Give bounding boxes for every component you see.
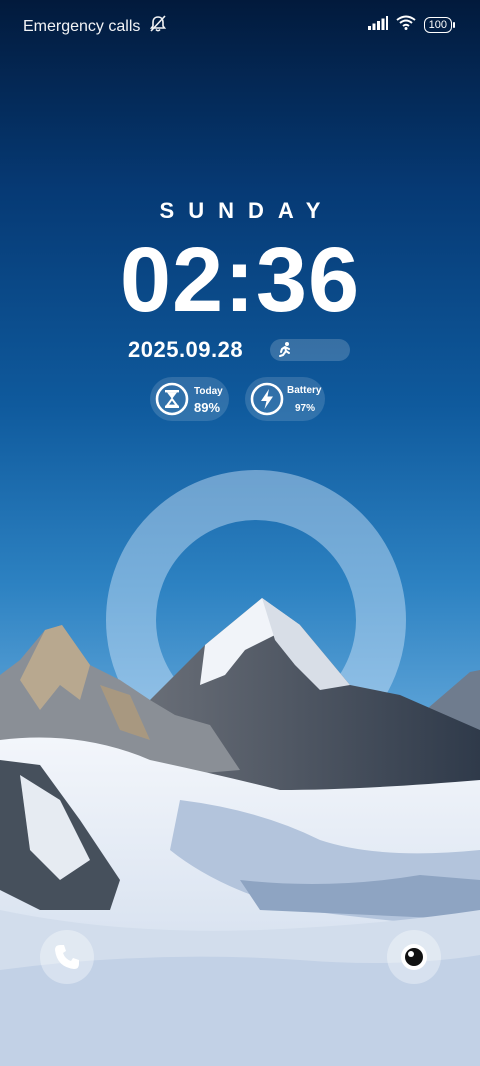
- battery-value: 97%: [295, 403, 316, 414]
- running-icon: [279, 342, 290, 357]
- battery-icon: 100: [423, 17, 456, 33]
- phone-shortcut-button[interactable]: [40, 930, 94, 984]
- date-label: 2025.09.28: [128, 337, 244, 362]
- emergency-calls-text[interactable]: Emergency calls: [23, 18, 140, 36]
- lightning-icon: [250, 382, 284, 416]
- clock-time: 02:36: [119, 229, 361, 331]
- mute-icon: [148, 15, 168, 38]
- steps-widget[interactable]: [270, 339, 350, 361]
- status-right: 100: [367, 15, 456, 35]
- battery-level-text: 100: [428, 19, 447, 31]
- today-widget[interactable]: Today 89%: [150, 377, 229, 421]
- hourglass-icon: [155, 382, 189, 416]
- wifi-icon: [396, 15, 416, 35]
- mountain-wallpaper: [0, 598, 480, 1066]
- today-value: 89%: [194, 400, 221, 415]
- camera-shortcut-button[interactable]: [387, 930, 441, 984]
- status-left: Emergency calls: [23, 15, 168, 38]
- battery-widget[interactable]: Battery 97%: [245, 377, 325, 421]
- camera-icon: [401, 944, 427, 970]
- battery-label: Battery: [287, 385, 322, 396]
- today-label: Today: [194, 386, 223, 397]
- status-bar: Emergency calls 100: [0, 0, 480, 48]
- signal-icon: [367, 15, 388, 35]
- phone-icon: [55, 945, 79, 969]
- weekday-label: SUNDAY: [159, 198, 335, 223]
